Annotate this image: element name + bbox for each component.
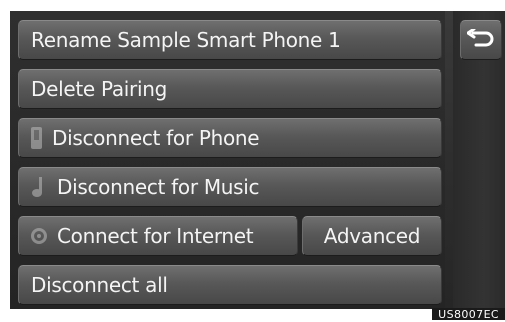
back-button[interactable] [460,20,502,60]
delete-pairing-button[interactable]: Delete Pairing [18,69,442,109]
rename-device-label: Rename Sample Smart Phone 1 [31,28,341,52]
disconnect-music-button[interactable]: Disconnect for Music [18,167,442,207]
advanced-label: Advanced [323,224,421,248]
disconnect-all-button[interactable]: Disconnect all [18,265,442,305]
device-menu-screen: Rename Sample Smart Phone 1 Delete Pairi… [10,11,505,309]
delete-pairing-label: Delete Pairing [31,77,167,101]
connect-internet-label: Connect for Internet [57,224,254,248]
connect-internet-button[interactable]: Connect for Internet [18,216,298,256]
disconnect-phone-label: Disconnect for Phone [52,126,260,150]
disconnect-all-label: Disconnect all [31,273,168,297]
disconnect-music-label: Disconnect for Music [57,175,260,199]
globe-icon [31,228,47,244]
rename-device-button[interactable]: Rename Sample Smart Phone 1 [18,20,442,60]
phone-icon [31,127,42,149]
music-note-icon [31,176,47,198]
advanced-button[interactable]: Advanced [302,216,442,256]
back-arrow-icon [467,29,494,47]
figure-code: US8007EC [432,308,505,321]
disconnect-phone-button[interactable]: Disconnect for Phone [18,118,442,158]
